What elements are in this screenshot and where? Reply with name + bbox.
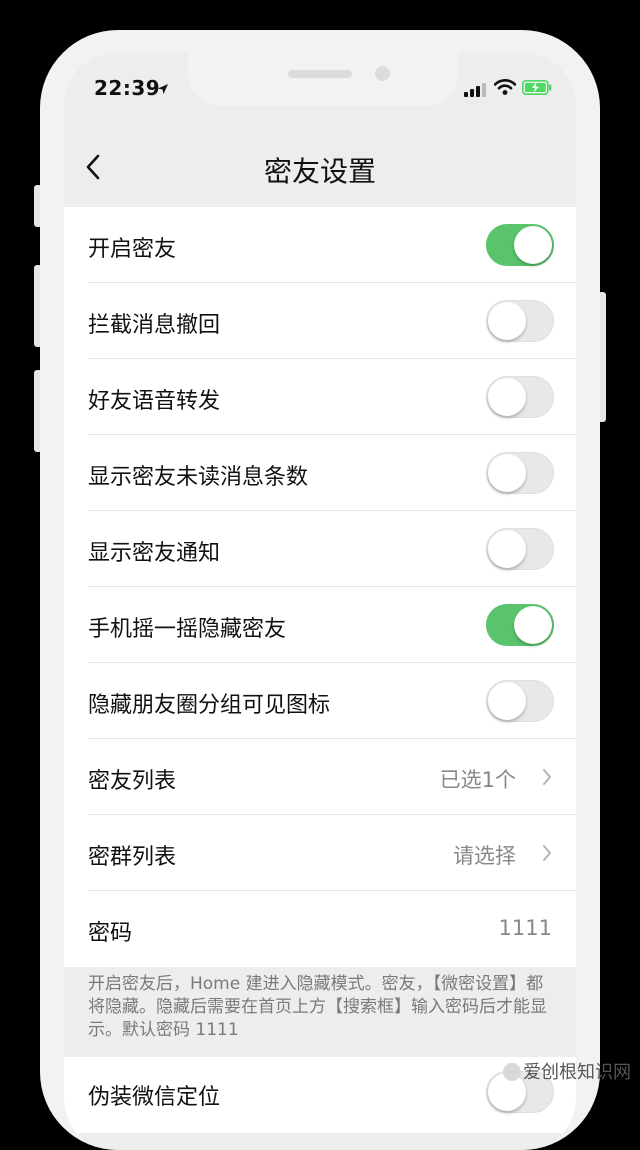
setting-label: 隐藏朋友圈分组可见图标 <box>88 693 331 718</box>
voice-forward-toggle[interactable] <box>486 376 554 418</box>
setting-label: 密码 <box>88 921 133 946</box>
enable-friends-toggle[interactable] <box>486 224 554 266</box>
location-arrow-icon <box>157 80 169 99</box>
toggle-knob <box>488 454 526 492</box>
toggle-knob <box>488 302 526 340</box>
password-row[interactable]: 密码 1111 <box>64 891 576 967</box>
phone-notch <box>188 52 458 106</box>
wifi-icon <box>493 79 517 99</box>
setting-label: 显示密友通知 <box>88 541 221 566</box>
setting-row-block-recall: 拦截消息撤回 <box>64 283 576 359</box>
status-time: 22:39 <box>94 76 161 100</box>
setting-row-enable-friends: 开启密友 <box>64 207 576 283</box>
page-title: 密友设置 <box>263 155 376 188</box>
toggle-knob <box>514 226 552 264</box>
info-note-text: 开启密友后，Home 建进入隐藏模式。密友，【微密设置】都将隐藏。隐藏后需要在首… <box>88 974 547 1040</box>
setting-label: 开启密友 <box>88 237 177 262</box>
settings-list-location: 伪装微信定位 <box>64 1057 576 1133</box>
setting-row-voice-forward: 好友语音转发 <box>64 359 576 435</box>
watermark-text: 爱创根知识网 <box>523 1062 631 1083</box>
phone-frame: 22:39 密友设置 开启密友 拦截消息撤回 好友语音转发 显示密友未读消息条数… <box>40 30 600 1150</box>
toggle-knob <box>514 606 552 644</box>
speaker-grille <box>288 70 352 78</box>
watermark-icon <box>503 1063 521 1081</box>
notification-toggle[interactable] <box>486 528 554 570</box>
toggle-knob <box>488 530 526 568</box>
setting-label: 手机摇一摇隐藏密友 <box>88 617 287 642</box>
chevron-right-icon <box>542 768 552 790</box>
setting-row-shake-hide: 手机摇一摇隐藏密友 <box>64 587 576 663</box>
setting-label: 拦截消息撤回 <box>88 313 221 338</box>
setting-label: 显示密友未读消息条数 <box>88 465 309 490</box>
toggle-knob <box>488 682 526 720</box>
battery-charging-icon <box>522 80 552 99</box>
chevron-right-icon <box>542 844 552 866</box>
toggle-knob <box>488 378 526 416</box>
watermark-logo: 爱创根知识网 <box>503 1058 631 1084</box>
settings-list: 开启密友 拦截消息撤回 好友语音转发 显示密友未读消息条数 显示密友通知 手机摇… <box>64 207 576 967</box>
setting-row-unread-count: 显示密友未读消息条数 <box>64 435 576 511</box>
info-note: 开启密友后，Home 建进入隐藏模式。密友，【微密设置】都将隐藏。隐藏后需要在首… <box>64 967 576 1055</box>
setting-row-notification: 显示密友通知 <box>64 511 576 587</box>
setting-row-fake-location: 伪装微信定位 <box>64 1057 576 1133</box>
setting-label: 伪装微信定位 <box>88 1085 221 1110</box>
setting-label: 好友语音转发 <box>88 389 221 414</box>
cellular-signal-icon <box>464 82 486 101</box>
password-value: 1111 <box>498 916 552 940</box>
setting-label: 密友列表 <box>88 769 177 794</box>
setting-row-hide-moments-icon: 隐藏朋友圈分组可见图标 <box>64 663 576 739</box>
unread-count-toggle[interactable] <box>486 452 554 494</box>
front-camera <box>375 66 390 81</box>
navigation-bar: 密友设置 <box>64 142 576 202</box>
group-list-value: 请选择 <box>453 844 516 868</box>
shake-hide-toggle[interactable] <box>486 604 554 646</box>
friend-list-row[interactable]: 密友列表 已选1个 <box>64 739 576 815</box>
block-recall-toggle[interactable] <box>486 300 554 342</box>
setting-label: 密群列表 <box>88 845 177 870</box>
hide-moments-icon-toggle[interactable] <box>486 680 554 722</box>
friend-list-value: 已选1个 <box>439 768 516 792</box>
group-list-row[interactable]: 密群列表 请选择 <box>64 815 576 891</box>
phone-screen: 22:39 密友设置 开启密友 拦截消息撤回 好友语音转发 显示密友未读消息条数… <box>64 52 576 1150</box>
